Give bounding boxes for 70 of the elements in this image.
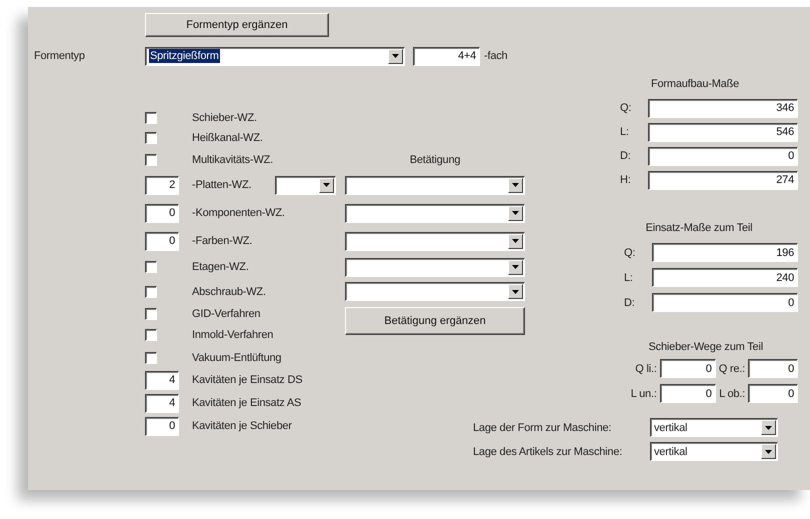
checkbox[interactable] — [145, 154, 157, 166]
option-label: Kavitäten je Einsatz DS — [192, 374, 302, 386]
section-title: Einsatz-Maße zum Teil — [644, 222, 754, 234]
option-label: GID-Verfahren — [192, 308, 260, 320]
dropdown[interactable]: Spritzgießform — [145, 46, 405, 66]
field-label: Q li.: — [634, 362, 657, 374]
option-label: -Platten-WZ. — [192, 179, 252, 191]
input-field[interactable]: 4 — [145, 370, 179, 390]
input-field[interactable]: 0 — [660, 384, 716, 403]
input-field[interactable]: 0 — [748, 384, 798, 403]
option-label: -Komponenten-WZ. — [192, 207, 285, 219]
section-title: Formaufbau-Maße — [650, 78, 740, 90]
dropdown[interactable] — [345, 258, 525, 276]
input-field[interactable]: 0 — [748, 359, 798, 378]
dropdown[interactable] — [345, 232, 525, 250]
input-field[interactable]: 240 — [652, 268, 798, 287]
field-label: Q: — [620, 102, 632, 114]
dropdown[interactable] — [345, 282, 525, 301]
input-field[interactable]: 0 — [145, 232, 179, 250]
input-field[interactable]: 2 — [145, 176, 179, 194]
checkbox[interactable] — [145, 286, 157, 298]
dropdown[interactable] — [345, 204, 525, 222]
dropdown[interactable] — [275, 176, 336, 194]
input-field[interactable]: 0 — [648, 146, 798, 166]
input-field[interactable]: 4+4 — [413, 46, 480, 66]
dropdown[interactable]: vertikal — [650, 418, 778, 437]
option-label: Inmold-Verfahren — [192, 329, 274, 341]
checkbox[interactable] — [145, 352, 157, 364]
input-field[interactable]: 346 — [648, 98, 798, 118]
checkbox[interactable] — [145, 329, 157, 341]
input-field[interactable]: 196 — [652, 243, 798, 262]
field-label: L un.: — [630, 388, 657, 400]
input-field[interactable]: 0 — [660, 359, 716, 378]
input-field[interactable]: 4 — [145, 394, 179, 412]
option-label: -Farben-WZ. — [192, 235, 252, 247]
dropdown[interactable]: vertikal — [650, 442, 778, 461]
option-label: Schieber-WZ. — [192, 112, 257, 124]
field-label: D: — [620, 150, 632, 162]
field-label: L ob.: — [718, 388, 745, 400]
input-field[interactable]: 546 — [648, 122, 798, 142]
option-label: Vakuum-Entlüftung — [192, 352, 282, 364]
input-field[interactable]: 0 — [145, 204, 179, 222]
option-label: Kavitäten je Einsatz AS — [192, 397, 302, 409]
field-label: H: — [620, 174, 632, 186]
field-label: D: — [624, 296, 636, 308]
option-label: Etagen-WZ. — [192, 261, 249, 273]
field-label: L: — [624, 272, 634, 284]
field-label: L: — [620, 126, 630, 138]
dropdown[interactable] — [345, 176, 525, 194]
add-form-type-button[interactable]: Formentyp ergänzen — [145, 13, 329, 37]
field-label: Q re.: — [718, 362, 745, 374]
option-label: Kavitäten je Schieber — [192, 420, 292, 432]
field-label: Formentyp — [34, 50, 86, 62]
checkbox[interactable] — [145, 112, 157, 124]
field-label: Q: — [624, 246, 636, 258]
field-label: Lage des Artikels zur Maschine: — [473, 446, 624, 458]
checkbox[interactable] — [145, 261, 157, 273]
section-title: Schieber-Wege zum Teil — [648, 341, 764, 353]
column-header: Betätigung — [408, 154, 462, 166]
checkbox[interactable] — [145, 132, 157, 144]
input-field[interactable]: 274 — [648, 170, 798, 190]
field-label: Lage der Form zur Maschine: — [473, 422, 612, 434]
input-field[interactable]: 0 — [652, 293, 798, 312]
option-label: Multikavitäts-WZ. — [192, 154, 273, 166]
field-label: -fach — [484, 50, 508, 62]
add-actuation-button[interactable]: Betätigung ergänzen — [345, 307, 525, 335]
option-label: Heißkanal-WZ. — [192, 132, 263, 144]
option-label: Abschraub-WZ. — [192, 286, 266, 298]
checkbox[interactable] — [145, 308, 157, 320]
input-field[interactable]: 0 — [145, 416, 179, 436]
